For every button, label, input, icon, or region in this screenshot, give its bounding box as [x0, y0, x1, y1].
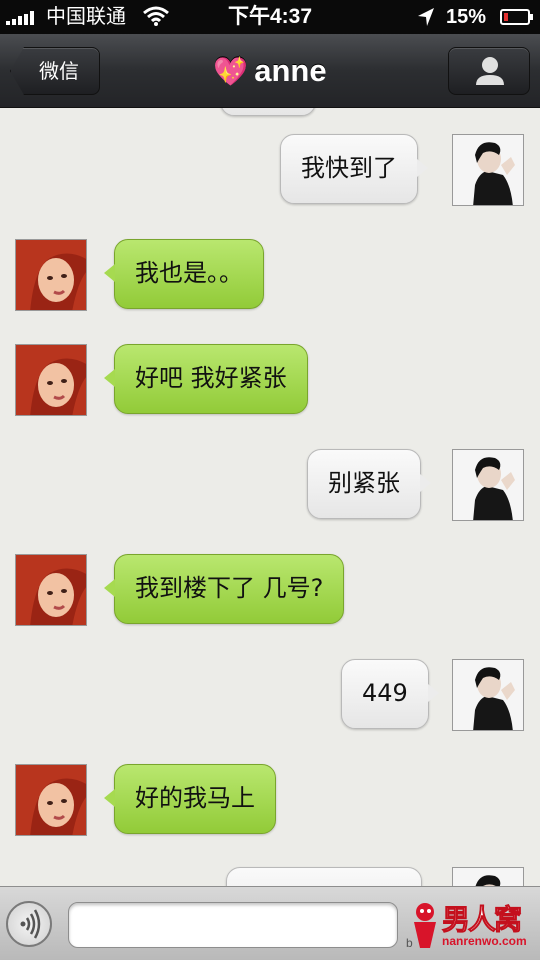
- watermark-brand: 男人窝: [441, 903, 522, 937]
- nav-bar: 微信 💖 anne: [0, 34, 540, 108]
- chat-title: anne: [254, 53, 327, 88]
- watermark-logo-icon: [414, 903, 436, 948]
- avatar[interactable]: [15, 344, 87, 416]
- message-bubble[interactable]: 好吧 我好紧张: [104, 344, 308, 414]
- message-bubble[interactable]: 别紧张: [307, 449, 431, 519]
- chat-messages[interactable]: 我快到了 我也是。。 好吧 我好紧张 别紧张 我到楼下了 几号? 449 好的我…: [0, 108, 540, 886]
- message-bubble[interactable]: 我快到了: [280, 134, 428, 204]
- message-bubble-partial: [220, 108, 316, 116]
- status-bar: 中国联通 下午4:37 15%: [0, 0, 540, 34]
- message-bubble[interactable]: 449: [341, 659, 439, 729]
- battery-icon: [500, 9, 533, 25]
- watermark-url: nanrenwo.com: [442, 934, 527, 948]
- profile-button[interactable]: [448, 47, 530, 95]
- message-bubble[interactable]: 好的我马上: [104, 764, 276, 834]
- avatar[interactable]: [15, 239, 87, 311]
- heart-gift-icon: 💖: [213, 56, 249, 87]
- avatar[interactable]: [452, 867, 524, 886]
- voice-wave-icon: [20, 909, 41, 939]
- message-bubble[interactable]: [226, 867, 422, 886]
- message-bubble[interactable]: 我也是。。: [104, 239, 264, 309]
- watermark-prefix: b: [406, 936, 413, 950]
- avatar[interactable]: [452, 134, 524, 206]
- message-bubble[interactable]: 我到楼下了 几号?: [103, 554, 345, 624]
- person-icon: [476, 57, 504, 85]
- avatar[interactable]: [15, 554, 87, 626]
- message-input[interactable]: [68, 902, 398, 948]
- battery-percent: 15%: [446, 6, 487, 28]
- voice-button[interactable]: [6, 901, 52, 947]
- watermark: 男人窝 nanrenwo.com b: [406, 892, 536, 956]
- avatar[interactable]: [452, 659, 524, 731]
- location-icon: [416, 6, 436, 33]
- avatar[interactable]: [15, 764, 87, 836]
- avatar[interactable]: [452, 449, 524, 521]
